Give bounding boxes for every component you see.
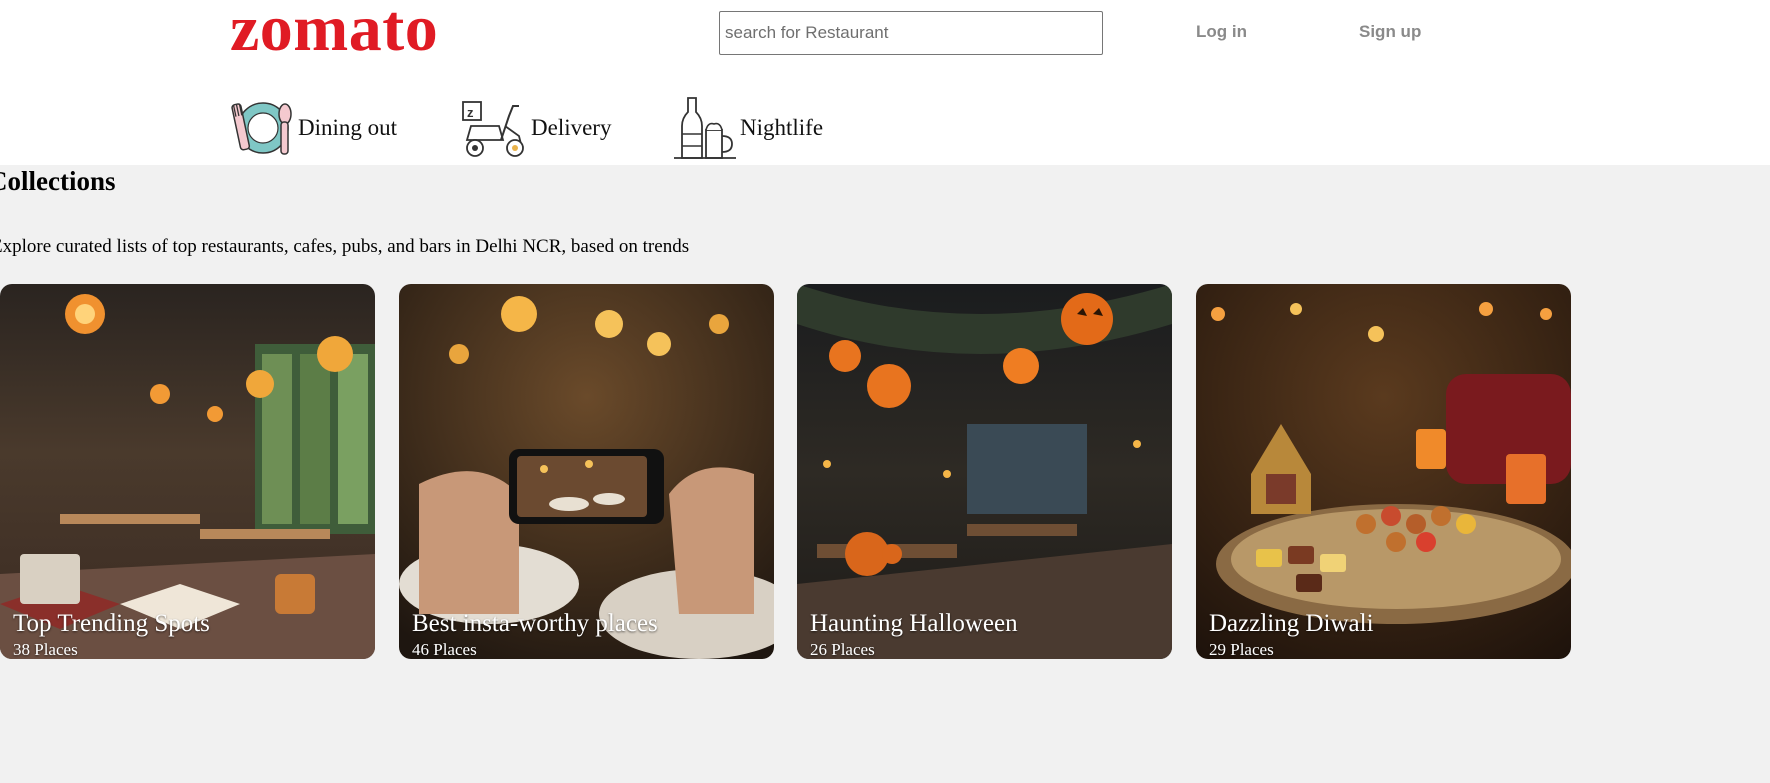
collection-card-title: Dazzling Diwali	[1209, 610, 1374, 637]
collection-card-top-trending[interactable]: Top Trending Spots 38 Places	[0, 284, 375, 659]
category-dining-out-label: Dining out	[298, 115, 398, 140]
restaurant-interior-image	[0, 284, 375, 659]
collection-card-title: Best insta-worthy places	[412, 610, 658, 637]
collection-card-count: 38 Places	[13, 640, 78, 659]
collection-card-insta-worthy[interactable]: Best insta-worthy places 46 Places	[399, 284, 774, 659]
collection-card-title: Haunting Halloween	[810, 610, 1018, 637]
dining-plate-icon	[230, 96, 294, 160]
zomato-logo[interactable]: zomato	[230, 0, 438, 64]
category-nightlife[interactable]: Nightlife	[674, 96, 823, 160]
collection-card-count: 26 Places	[810, 640, 875, 659]
signup-link[interactable]: Sign up	[1359, 22, 1421, 42]
phone-photo-image	[399, 284, 774, 659]
category-delivery[interactable]: z Delivery	[461, 96, 611, 160]
collections-heading: Collections	[0, 166, 116, 196]
collection-card-count: 29 Places	[1209, 640, 1274, 659]
search-input[interactable]	[719, 11, 1103, 55]
collection-card-count: 46 Places	[412, 640, 477, 659]
category-delivery-label: Delivery	[531, 115, 612, 140]
category-dining-out[interactable]: Dining out	[230, 96, 397, 160]
category-nightlife-label: Nightlife	[740, 115, 824, 140]
collections-description: Explore curated lists of top restaurants…	[0, 236, 690, 257]
bottle-beer-icon	[674, 96, 736, 160]
halloween-restaurant-image	[797, 284, 1172, 659]
diwali-sweets-image	[1196, 284, 1571, 659]
svg-text:z: z	[467, 105, 474, 120]
collection-card-halloween[interactable]: Haunting Halloween 26 Places	[797, 284, 1172, 659]
collection-card-diwali[interactable]: Dazzling Diwali 29 Places	[1196, 284, 1571, 659]
login-link[interactable]: Log in	[1196, 22, 1247, 42]
collection-card-title: Top Trending Spots	[13, 610, 210, 637]
scooter-icon: z	[461, 96, 527, 160]
